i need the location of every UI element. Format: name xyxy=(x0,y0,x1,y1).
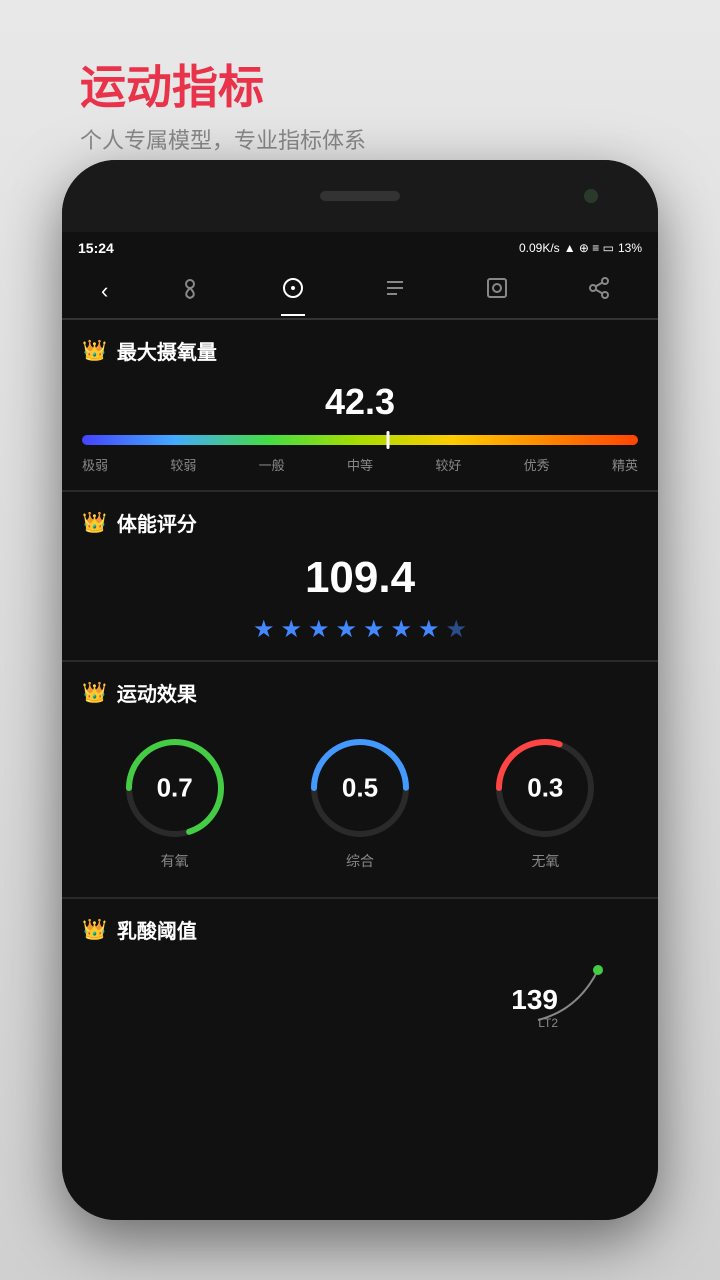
lactate-title: 乳酸阈值 xyxy=(117,915,197,944)
status-right: 0.09K/s ▲ ⊕ ≡ ▭ 13% xyxy=(519,241,642,255)
comprehensive-inner: 0.5 xyxy=(342,773,378,804)
phone-camera xyxy=(584,189,598,203)
fitness-score: 109.4 xyxy=(82,553,638,603)
label-elite: 精英 xyxy=(612,455,638,474)
lactate-header: 👑 乳酸阈值 xyxy=(82,915,638,944)
nav-list-icon[interactable] xyxy=(375,268,415,314)
effect-crown: 👑 xyxy=(82,680,107,705)
status-bar: 15:24 0.09K/s ▲ ⊕ ≡ ▭ 13% xyxy=(62,232,658,264)
comprehensive-label: 综合 xyxy=(346,851,374,871)
comprehensive-circle: 0.5 xyxy=(305,733,415,843)
vo2max-section: 👑 最大摄氧量 42.3 极弱 较弱 一般 中等 较好 优秀 精英 xyxy=(62,320,658,491)
aerobic-circle: 0.7 xyxy=(120,733,230,843)
comprehensive-value: 0.5 xyxy=(342,773,378,804)
star-2: ★ xyxy=(280,615,302,644)
label-excellent: 优秀 xyxy=(524,455,550,474)
vo2max-header: 👑 最大摄氧量 xyxy=(82,336,638,365)
fitness-title: 体能评分 xyxy=(117,508,197,537)
lactate-crown: 👑 xyxy=(82,917,107,942)
fitness-crown: 👑 xyxy=(82,510,107,535)
lactate-section: 👑 乳酸阈值 139 LT2 xyxy=(62,899,658,1056)
nav-search-icon[interactable] xyxy=(477,268,517,314)
page-subtitle: 个人专属模型，专业指标体系 xyxy=(80,123,366,155)
anaerobic-label: 无氧 xyxy=(531,851,559,871)
lactate-sublabel: LT2 xyxy=(511,1016,578,1030)
effect-title: 运动效果 xyxy=(117,678,197,707)
vo2max-marker xyxy=(386,431,389,449)
battery-level: 13% xyxy=(618,241,642,255)
vo2max-value: 42.3 xyxy=(82,381,638,423)
vo2max-crown: 👑 xyxy=(82,338,107,363)
stars-row: ★ ★ ★ ★ ★ ★ ★ ★ xyxy=(82,615,638,644)
anaerobic-circle: 0.3 xyxy=(490,733,600,843)
aerobic-inner: 0.7 xyxy=(157,773,193,804)
page-title-area: 运动指标 个人专属模型，专业指标体系 xyxy=(80,60,366,155)
phone-top-bezel xyxy=(62,160,658,232)
star-7: ★ xyxy=(418,615,440,644)
rating-labels: 极弱 较弱 一般 中等 较好 优秀 精英 xyxy=(82,455,638,474)
comprehensive-wrapper: 0.5 综合 xyxy=(305,733,415,871)
status-time: 15:24 xyxy=(78,240,114,256)
effect-circles: 0.7 有氧 0.5 xyxy=(82,723,638,881)
aerobic-wrapper: 0.7 有氧 xyxy=(120,733,230,871)
label-good: 较好 xyxy=(435,455,461,474)
wifi-icon: ▲ ⊕ ≡ ▭ xyxy=(564,241,614,255)
star-3: ★ xyxy=(308,615,330,644)
label-medium: 中等 xyxy=(347,455,373,474)
back-button[interactable]: ‹ xyxy=(101,278,108,304)
anaerobic-inner: 0.3 xyxy=(527,773,563,804)
phone-frame: 15:24 0.09K/s ▲ ⊕ ≡ ▭ 13% ‹ xyxy=(62,160,658,1220)
fitness-section: 👑 体能评分 109.4 ★ ★ ★ ★ ★ ★ ★ ★ xyxy=(62,492,658,661)
network-speed: 0.09K/s xyxy=(519,241,560,255)
effect-header: 👑 运动效果 xyxy=(82,678,638,707)
nav-bar: ‹ xyxy=(62,264,658,320)
lactate-value: 139 xyxy=(511,984,578,1016)
aerobic-value: 0.7 xyxy=(157,773,193,804)
star-8-half: ★ xyxy=(446,615,468,644)
page-main-title: 运动指标 xyxy=(80,60,366,115)
fitness-header: 👑 体能评分 xyxy=(82,508,638,537)
star-6: ★ xyxy=(391,615,413,644)
label-normal: 一般 xyxy=(259,455,285,474)
phone-content: 👑 最大摄氧量 42.3 极弱 较弱 一般 中等 较好 优秀 精英 👑 体能评 xyxy=(62,320,658,1220)
nav-share-icon[interactable] xyxy=(579,268,619,314)
label-weak: 较弱 xyxy=(170,455,196,474)
aerobic-label: 有氧 xyxy=(161,851,189,871)
vo2max-bar xyxy=(82,435,638,445)
nav-target-icon[interactable] xyxy=(273,268,313,314)
effect-section: 👑 运动效果 0.7 xyxy=(62,662,658,898)
star-5: ★ xyxy=(363,615,385,644)
anaerobic-wrapper: 0.3 无氧 xyxy=(490,733,600,871)
anaerobic-value: 0.3 xyxy=(527,773,563,804)
vo2max-title: 最大摄氧量 xyxy=(117,336,217,365)
star-1: ★ xyxy=(253,615,275,644)
phone-speaker xyxy=(320,191,400,201)
label-very-weak: 极弱 xyxy=(82,455,108,474)
star-4: ★ xyxy=(335,615,357,644)
nav-map-icon[interactable] xyxy=(170,268,210,314)
